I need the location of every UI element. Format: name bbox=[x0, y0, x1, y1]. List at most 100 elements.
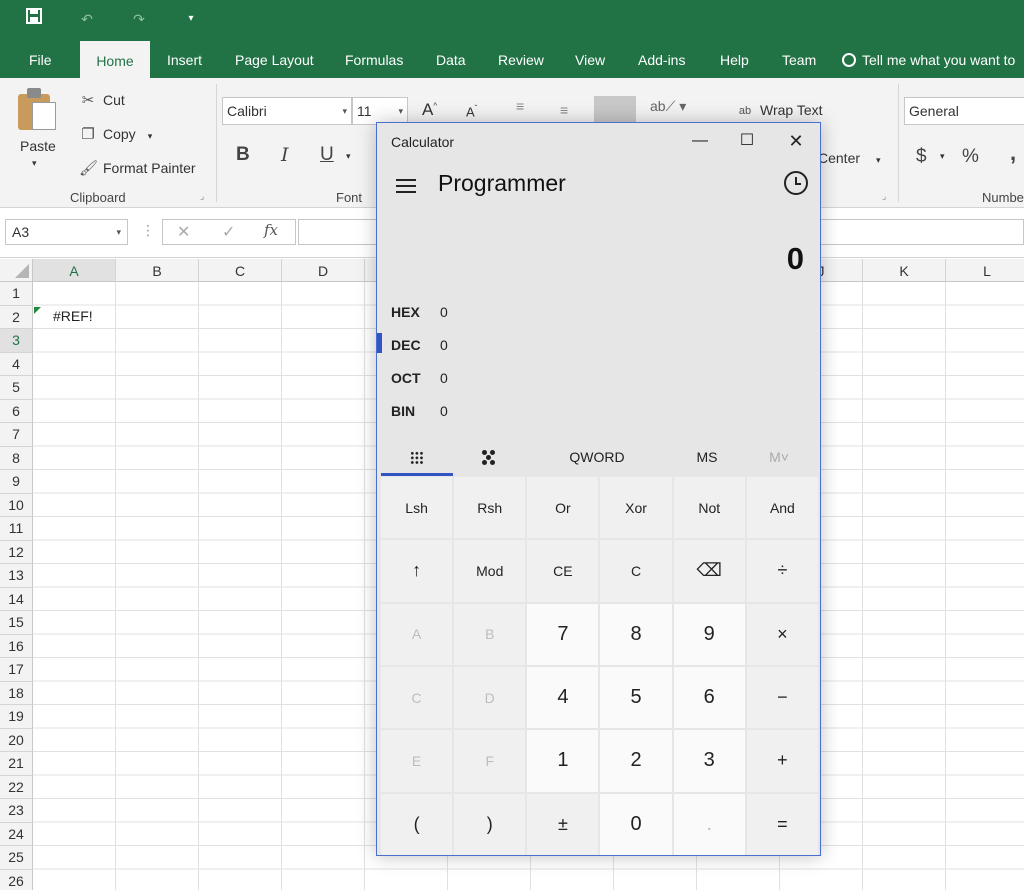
hex-a-button[interactable]: A bbox=[381, 603, 453, 665]
row-header-21[interactable]: 21 bbox=[0, 752, 33, 776]
subtract-button[interactable]: − bbox=[746, 666, 818, 729]
paste-dropdown-icon[interactable]: ▾ bbox=[32, 158, 37, 169]
column-header-l[interactable]: L bbox=[946, 259, 1024, 282]
column-header-b[interactable]: B bbox=[116, 259, 199, 282]
maximize-button[interactable]: ☐ bbox=[724, 127, 770, 155]
digit-9-button[interactable]: 9 bbox=[673, 603, 745, 665]
bit-toggling-keypad-button[interactable] bbox=[453, 437, 525, 477]
or-button[interactable]: Or bbox=[527, 477, 599, 539]
merge-center-button[interactable]: Center ▾ bbox=[818, 150, 881, 166]
tab-view[interactable]: View bbox=[573, 40, 607, 78]
divide-button[interactable]: ÷ bbox=[746, 540, 818, 602]
hex-f-button[interactable]: F bbox=[454, 730, 526, 792]
cell-a2[interactable]: #REF! bbox=[53, 308, 93, 324]
xor-button[interactable]: Xor bbox=[600, 477, 672, 539]
row-header-26[interactable]: 26 bbox=[0, 869, 33, 890]
memory-store-button[interactable]: MS bbox=[677, 437, 737, 477]
not-button[interactable]: Not bbox=[673, 477, 745, 539]
name-box[interactable]: A3 ▾ bbox=[5, 219, 128, 245]
close-paren-button[interactable]: ) bbox=[454, 793, 526, 855]
digit-8-button[interactable]: 8 bbox=[600, 603, 672, 665]
row-header-16[interactable]: 16 bbox=[0, 634, 33, 658]
row-header-8[interactable]: 8 bbox=[0, 446, 33, 470]
digit-1-button[interactable]: 1 bbox=[527, 730, 599, 792]
word-size-button[interactable]: QWORD bbox=[557, 437, 637, 477]
chevron-down-icon[interactable]: ▾ bbox=[876, 155, 881, 165]
align-top-icon[interactable]: ≡ bbox=[516, 98, 524, 114]
currency-button[interactable]: $ bbox=[916, 146, 927, 168]
alignment-launcher-icon[interactable]: ⌟ bbox=[882, 191, 886, 202]
shift-button[interactable]: ↑ bbox=[381, 540, 453, 602]
row-header-20[interactable]: 20 bbox=[0, 728, 33, 752]
row-header-17[interactable]: 17 bbox=[0, 658, 33, 682]
row-header-4[interactable]: 4 bbox=[0, 352, 33, 376]
format-painter-button[interactable]: 🖌 Format Painter bbox=[79, 160, 196, 178]
menu-icon[interactable] bbox=[396, 179, 416, 193]
tab-review[interactable]: Review bbox=[496, 40, 546, 78]
row-header-5[interactable]: 5 bbox=[0, 376, 33, 400]
cut-button[interactable]: ✂ Cut bbox=[79, 92, 125, 110]
percent-button[interactable]: % bbox=[962, 146, 979, 168]
row-header-15[interactable]: 15 bbox=[0, 611, 33, 635]
minimize-button[interactable]: — bbox=[677, 127, 723, 155]
digit-5-button[interactable]: 5 bbox=[600, 666, 672, 729]
tab-data[interactable]: Data bbox=[434, 40, 468, 78]
decimal-button[interactable]: . bbox=[673, 793, 745, 855]
font-size-combo[interactable]: 11 ▾ bbox=[352, 97, 408, 125]
row-header-14[interactable]: 14 bbox=[0, 587, 33, 611]
digit-4-button[interactable]: 4 bbox=[527, 666, 599, 729]
confirm-entry-icon[interactable]: ✓ bbox=[222, 222, 235, 242]
rsh-button[interactable]: Rsh bbox=[454, 477, 526, 539]
full-keypad-button[interactable] bbox=[381, 437, 453, 477]
copy-button[interactable]: ❐ Copy ▾ bbox=[79, 126, 152, 144]
backspace-button[interactable]: ⌫ bbox=[673, 540, 745, 602]
radix-oct-label[interactable]: OCT bbox=[391, 370, 421, 386]
undo-icon[interactable]: ↶ bbox=[76, 8, 98, 30]
tab-page-layout[interactable]: Page Layout bbox=[233, 40, 316, 78]
increase-font-icon[interactable]: A^ bbox=[422, 100, 437, 120]
number-format-combo[interactable]: General bbox=[904, 97, 1024, 125]
digit-0-button[interactable]: 0 bbox=[600, 793, 672, 855]
radix-bin-label[interactable]: BIN bbox=[391, 403, 415, 419]
currency-dropdown-icon[interactable]: ▾ bbox=[940, 151, 945, 162]
hex-c-button[interactable]: C bbox=[381, 666, 453, 729]
paste-button[interactable]: Paste bbox=[20, 138, 56, 154]
font-name-combo[interactable]: Calibri ▾ bbox=[222, 97, 352, 125]
row-header-13[interactable]: 13 bbox=[0, 564, 33, 588]
equals-button[interactable]: = bbox=[746, 793, 818, 855]
tab-add-ins[interactable]: Add-ins bbox=[636, 40, 687, 78]
row-header-23[interactable]: 23 bbox=[0, 799, 33, 823]
row-header-25[interactable]: 25 bbox=[0, 846, 33, 870]
open-paren-button[interactable]: ( bbox=[381, 793, 453, 855]
tab-help[interactable]: Help bbox=[718, 40, 751, 78]
orientation-icon[interactable]: ab⟋ ▾ bbox=[650, 98, 686, 115]
tab-file[interactable]: File bbox=[27, 40, 54, 78]
tab-team[interactable]: Team bbox=[780, 40, 818, 78]
error-indicator-icon[interactable] bbox=[34, 307, 41, 314]
hex-b-button[interactable]: B bbox=[454, 603, 526, 665]
customize-toolbar-icon[interactable]: ▾ bbox=[180, 8, 202, 30]
clear-entry-button[interactable]: CE bbox=[527, 540, 599, 602]
radix-dec-label[interactable]: DEC bbox=[391, 337, 421, 353]
row-header-6[interactable]: 6 bbox=[0, 399, 33, 423]
wrap-text-button[interactable]: ab Wrap Text bbox=[736, 102, 823, 120]
insert-function-button[interactable]: fx bbox=[264, 221, 278, 239]
mod-button[interactable]: Mod bbox=[454, 540, 526, 602]
tab-insert[interactable]: Insert bbox=[165, 40, 204, 78]
redo-icon[interactable]: ↷ bbox=[128, 8, 150, 30]
bold-button[interactable]: B bbox=[236, 144, 250, 166]
digit-7-button[interactable]: 7 bbox=[527, 603, 599, 665]
clear-button[interactable]: C bbox=[600, 540, 672, 602]
digit-2-button[interactable]: 2 bbox=[600, 730, 672, 792]
close-button[interactable]: ✕ bbox=[773, 127, 819, 155]
row-header-10[interactable]: 10 bbox=[0, 493, 33, 517]
paste-icon[interactable] bbox=[18, 88, 56, 130]
row-header-22[interactable]: 22 bbox=[0, 775, 33, 799]
history-icon[interactable] bbox=[784, 171, 808, 195]
negate-button[interactable]: ± bbox=[527, 793, 599, 855]
row-header-18[interactable]: 18 bbox=[0, 681, 33, 705]
tab-formulas[interactable]: Formulas bbox=[343, 40, 405, 78]
lsh-button[interactable]: Lsh bbox=[381, 477, 453, 539]
tab-home[interactable]: Home bbox=[80, 41, 150, 78]
save-icon[interactable] bbox=[23, 8, 45, 30]
